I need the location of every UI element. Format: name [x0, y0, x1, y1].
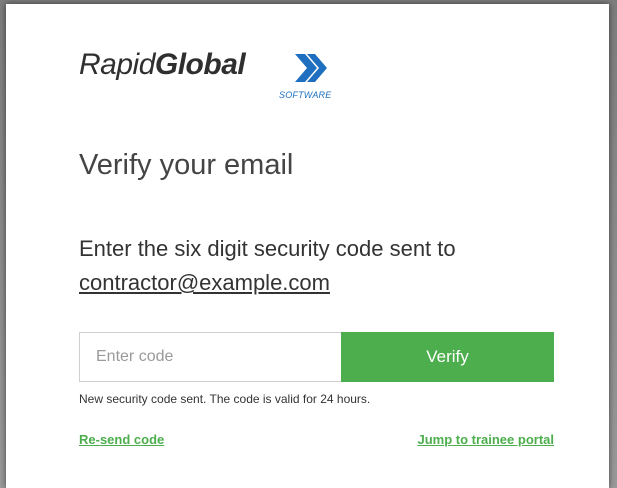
- verify-button[interactable]: Verify: [341, 332, 554, 382]
- instruction-text: Enter the six digit security code sent t…: [79, 232, 569, 300]
- code-input[interactable]: [79, 332, 343, 382]
- trainee-portal-link[interactable]: Jump to trainee portal: [417, 432, 554, 447]
- logo-word-global: Global: [154, 48, 246, 81]
- verify-email-card: RapidGlobal SOFTWARE Verify your email E…: [6, 4, 609, 488]
- status-message: New security code sent. The code is vali…: [79, 392, 371, 406]
- page-title: Verify your email: [79, 149, 294, 181]
- resend-code-link[interactable]: Re-send code: [79, 432, 164, 447]
- logo-wordmark: RapidGlobal: [79, 48, 246, 82]
- email-address-link[interactable]: contractor@example.com: [79, 270, 330, 295]
- double-chevron-right-icon: [295, 54, 327, 82]
- instruction-sentence: Enter the six digit security code sent t…: [79, 236, 456, 261]
- rapidglobal-logo: RapidGlobal SOFTWARE: [79, 48, 359, 118]
- logo-subtitle: SOFTWARE: [279, 90, 332, 100]
- logo-word-rapid: Rapid: [79, 48, 155, 81]
